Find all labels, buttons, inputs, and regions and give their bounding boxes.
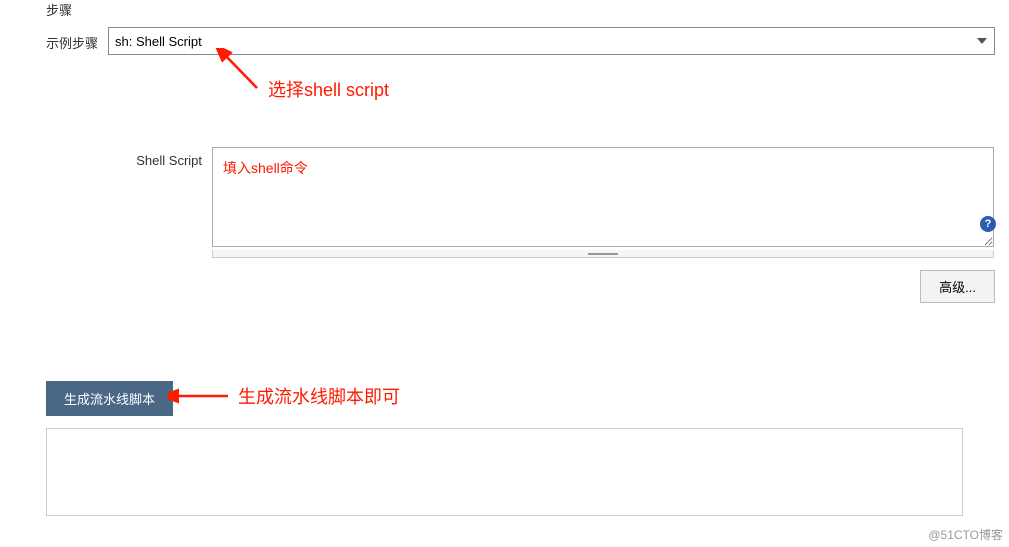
shell-script-row: Shell Script 填入shell命令 ?	[0, 147, 1009, 258]
sample-step-label: 示例步骤	[0, 27, 108, 52]
watermark: @51CTO博客	[928, 526, 1003, 543]
help-icon[interactable]: ?	[980, 216, 996, 232]
shell-script-textarea-wrap: 填入shell命令 ?	[212, 147, 994, 250]
sample-step-select[interactable]: sh: Shell Script	[108, 27, 995, 55]
sample-step-select-wrap: sh: Shell Script	[108, 27, 995, 55]
generate-row: 生成流水线脚本	[0, 381, 1009, 416]
annotation-select: 选择shell script	[268, 76, 389, 102]
pipeline-output-box[interactable]	[46, 428, 963, 516]
advanced-row: 高级...	[0, 270, 1009, 303]
generate-pipeline-button[interactable]: 生成流水线脚本	[46, 381, 173, 416]
drag-handle-icon	[588, 253, 618, 255]
arrow-select-annotation	[212, 48, 272, 96]
shell-script-label: Shell Script	[0, 147, 212, 168]
section-title: 步骤	[0, 0, 1009, 27]
shell-script-textarea[interactable]: 填入shell命令	[212, 147, 994, 247]
advanced-button[interactable]: 高级...	[920, 270, 995, 303]
sample-step-row: 示例步骤 sh: Shell Script	[0, 27, 1009, 55]
drag-bar[interactable]	[212, 250, 994, 258]
